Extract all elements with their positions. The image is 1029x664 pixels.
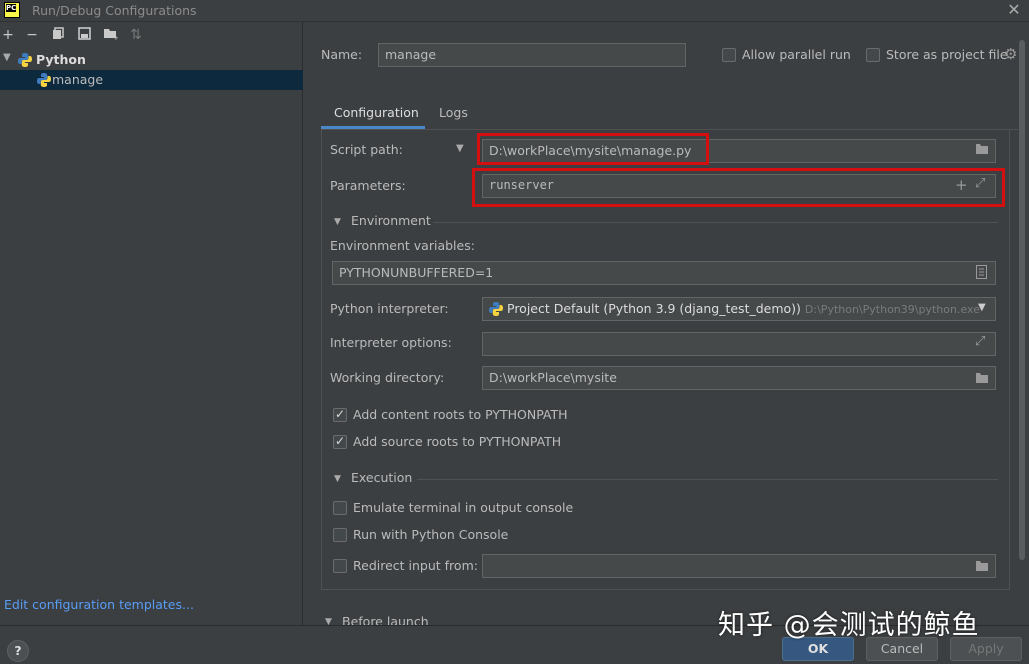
edit-list-icon[interactable]: [976, 265, 987, 282]
configuration-tree-panel: + − + ⇅ ▼ Python manage Edit configurati…: [0, 22, 303, 625]
new-folder-icon[interactable]: +: [102, 27, 119, 43]
store-project-checkbox[interactable]: [866, 48, 880, 62]
plus-icon[interactable]: +: [0, 27, 16, 43]
execution-collapse-icon[interactable]: ▼: [334, 474, 341, 484]
interpreter-options-label: Interpreter options:: [330, 335, 452, 350]
environment-section-title: Environment: [351, 213, 431, 228]
tree-item-label: manage: [52, 72, 104, 87]
parameters-label: Parameters:: [330, 178, 406, 193]
expand-icon[interactable]: ⤢: [975, 334, 985, 349]
browse-folder-icon[interactable]: [975, 560, 989, 575]
redirect-input-label: Redirect input from:: [353, 558, 478, 573]
section-divider: [417, 479, 998, 480]
tab-logs[interactable]: Logs: [439, 105, 468, 120]
emulate-terminal-label: Emulate terminal in output console: [353, 500, 574, 515]
python-icon: [489, 302, 503, 319]
tree-item-manage[interactable]: manage: [0, 70, 303, 90]
browse-folder-icon[interactable]: [975, 143, 989, 158]
run-python-console-label: Run with Python Console: [353, 527, 509, 542]
interpreter-select[interactable]: Project Default (Python 3.9 (djang_test_…: [482, 297, 996, 321]
close-icon[interactable]: ✕: [1004, 0, 1024, 19]
run-python-console-checkbox[interactable]: [333, 528, 347, 542]
help-button[interactable]: ?: [7, 640, 29, 662]
python-icon: [18, 53, 32, 70]
allow-parallel-label: Allow parallel run: [742, 47, 851, 62]
pycharm-logo-icon: PC: [4, 2, 20, 18]
copy-icon[interactable]: [50, 27, 66, 43]
vertical-scrollbar[interactable]: [1019, 40, 1025, 560]
tab-configuration[interactable]: Configuration: [334, 105, 419, 120]
script-type-dropdown-icon[interactable]: ▼: [456, 143, 464, 154]
title-bar: PC Run/Debug Configurations ✕: [0, 0, 1029, 22]
section-divider: [433, 222, 998, 223]
add-source-roots-checkbox[interactable]: [333, 434, 347, 449]
script-path-label: Script path:: [330, 142, 403, 157]
add-source-roots-label: Add source roots to PYTHONPATH: [353, 434, 562, 449]
window-title: Run/Debug Configurations: [32, 3, 197, 18]
redirect-input-field[interactable]: [482, 554, 996, 578]
environment-collapse-icon[interactable]: ▼: [334, 217, 341, 227]
working-dir-input[interactable]: D:\workPlace\mysite: [482, 366, 996, 390]
emulate-terminal-checkbox[interactable]: [333, 501, 347, 515]
tree-group-python[interactable]: ▼ Python: [0, 50, 303, 70]
name-label: Name:: [321, 47, 363, 62]
highlight-script-path: [477, 133, 709, 165]
interpreter-options-input[interactable]: [482, 332, 996, 356]
before-launch-section-title: Before launch: [342, 614, 429, 625]
add-content-roots-label: Add content roots to PYTHONPATH: [353, 407, 568, 422]
env-vars-input[interactable]: PYTHONUNBUFFERED=1: [332, 261, 996, 285]
interpreter-path: D:\Python\Python39\python.exe: [804, 303, 980, 316]
logo-text: PC: [6, 4, 17, 12]
sort-icon[interactable]: ⇅: [128, 27, 144, 43]
gear-icon[interactable]: ⚙: [1004, 45, 1017, 63]
add-content-roots-checkbox[interactable]: [333, 407, 347, 422]
save-icon[interactable]: [76, 27, 92, 43]
browse-folder-icon[interactable]: [975, 372, 989, 387]
allow-parallel-checkbox[interactable]: [722, 48, 736, 62]
interpreter-label: Python interpreter:: [330, 301, 449, 316]
env-vars-label: Environment variables:: [330, 238, 475, 253]
execution-section-title: Execution: [351, 470, 413, 485]
edit-templates-link[interactable]: Edit configuration templates...: [4, 597, 194, 612]
store-project-label: Store as project file: [886, 47, 1008, 62]
interpreter-value: Project Default (Python 3.9 (djang_test_…: [507, 301, 801, 316]
name-input[interactable]: manage: [378, 43, 686, 67]
svg-text:+: +: [113, 34, 118, 40]
working-dir-label: Working directory:: [330, 370, 445, 385]
tree-group-label: Python: [36, 52, 86, 67]
expand-arrow-icon[interactable]: ▼: [3, 52, 11, 63]
redirect-input-checkbox[interactable]: [333, 559, 347, 573]
minus-icon[interactable]: −: [24, 27, 40, 43]
chevron-down-icon[interactable]: ▼: [978, 302, 986, 313]
highlight-parameters: [472, 168, 1005, 207]
watermark-text: 知乎 @会测试的鲸鱼: [718, 610, 980, 641]
python-icon: [37, 73, 51, 90]
